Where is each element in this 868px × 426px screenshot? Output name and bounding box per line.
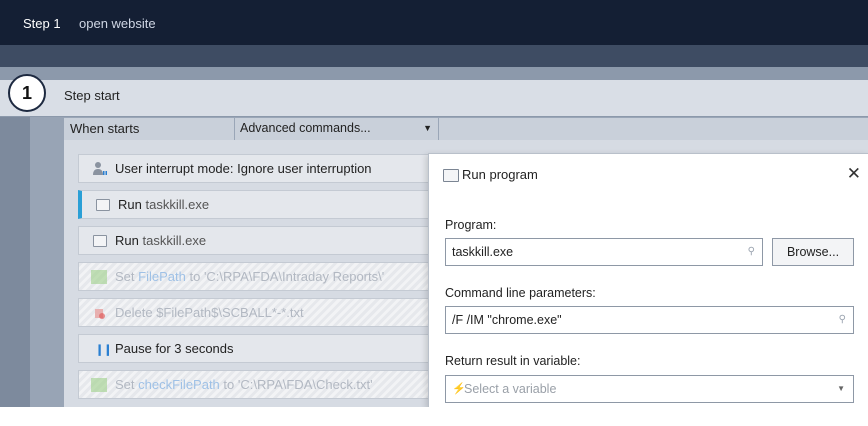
advanced-commands-dropdown[interactable]: Advanced commands... ▼	[234, 118, 439, 140]
step-title[interactable]: open website	[79, 16, 156, 31]
pin-icon[interactable]: ⚲	[748, 246, 755, 257]
command-name: Run	[115, 233, 139, 248]
set-variable-icon	[91, 378, 107, 392]
header-band	[0, 45, 868, 67]
command-name: Set	[115, 269, 135, 284]
when-starts-label: When starts	[70, 121, 140, 136]
close-icon[interactable]: ✕	[847, 164, 861, 184]
command-row-run[interactable]: Run taskkill.exe	[78, 226, 430, 255]
bottom-area	[0, 407, 868, 426]
command-name: Delete	[115, 305, 153, 320]
command-name: Pause for 3 seconds	[115, 341, 234, 356]
result-variable-select[interactable]: ⚡ Select a variable ▼	[445, 375, 854, 403]
command-arg: taskkill.exe	[142, 233, 207, 248]
program-input[interactable]: taskkill.exe ⚲	[445, 238, 763, 266]
command-arg: $FilePath$\SCBALL*-*.txt	[156, 305, 304, 320]
pin-icon[interactable]: ⚲	[839, 314, 846, 325]
result-variable-label: Return result in variable:	[445, 354, 581, 368]
step-number-badge: 1	[8, 74, 46, 112]
program-value: taskkill.exe	[452, 245, 514, 259]
params-value: /F /IM "chrome.exe"	[452, 313, 562, 327]
command-arg: 'C:\RPA\FDA\Intraday Reports\'	[203, 269, 385, 284]
command-row-user-interrupt[interactable]: User interrupt mode: Ignore user interru…	[78, 154, 430, 183]
result-variable-placeholder: Select a variable	[464, 382, 557, 396]
command-row-set-checkfilepath[interactable]: Set checkFilePath to 'C:\RPA\FDA\Check.t…	[78, 370, 430, 399]
command-row-delete[interactable]: Delete $FilePath$\SCBALL*-*.txt	[78, 298, 430, 327]
command-name: Run	[118, 197, 142, 212]
command-row-run-selected[interactable]: Run taskkill.exe	[78, 190, 430, 219]
when-starts-tab[interactable]: When starts	[64, 118, 235, 140]
chevron-down-icon: ▼	[837, 384, 845, 393]
left-rail-inner	[30, 117, 64, 407]
command-arg: taskkill.exe	[145, 197, 210, 212]
left-rail	[0, 117, 30, 407]
chevron-down-icon: ▼	[423, 123, 432, 133]
step-title-bar: Step 1 open website	[0, 0, 868, 45]
command-line-params-input[interactable]: /F /IM "chrome.exe" ⚲	[445, 306, 854, 334]
pause-icon: ❙❙	[95, 344, 112, 356]
step-number: Step 1	[23, 16, 61, 31]
step-toolbar: When starts Advanced commands... ▼	[64, 117, 868, 140]
command-row-pause[interactable]: ❙❙ Pause for 3 seconds	[78, 334, 430, 363]
command-name: User interrupt mode:	[115, 161, 234, 176]
window-icon	[96, 199, 110, 211]
params-label: Command line parameters:	[445, 286, 596, 300]
command-to: to	[223, 377, 235, 392]
variable-name: checkFilePath	[138, 377, 220, 392]
advanced-commands-label: Advanced commands...	[240, 121, 371, 135]
command-row-set-filepath[interactable]: Set FilePath to 'C:\RPA\FDA\Intraday Rep…	[78, 262, 430, 291]
command-arg: Ignore user interruption	[237, 161, 372, 176]
browse-button[interactable]: Browse...	[772, 238, 854, 266]
program-label: Program:	[445, 218, 497, 232]
variable-name: FilePath	[138, 269, 186, 284]
user-icon	[93, 162, 107, 175]
set-variable-icon	[91, 270, 107, 284]
window-icon	[93, 235, 107, 247]
step-start-label: Step start	[64, 88, 120, 103]
dialog-title: Run program	[462, 167, 538, 182]
command-arg: 'C:\RPA\FDA\Check.txt'	[237, 377, 373, 392]
step-start-header[interactable]	[0, 80, 868, 116]
command-to: to	[189, 269, 201, 284]
command-name: Set	[115, 377, 135, 392]
delete-icon	[95, 309, 105, 319]
run-program-dialog: Run program ✕ Program: taskkill.exe ⚲ Br…	[428, 153, 868, 408]
window-icon	[443, 169, 459, 182]
